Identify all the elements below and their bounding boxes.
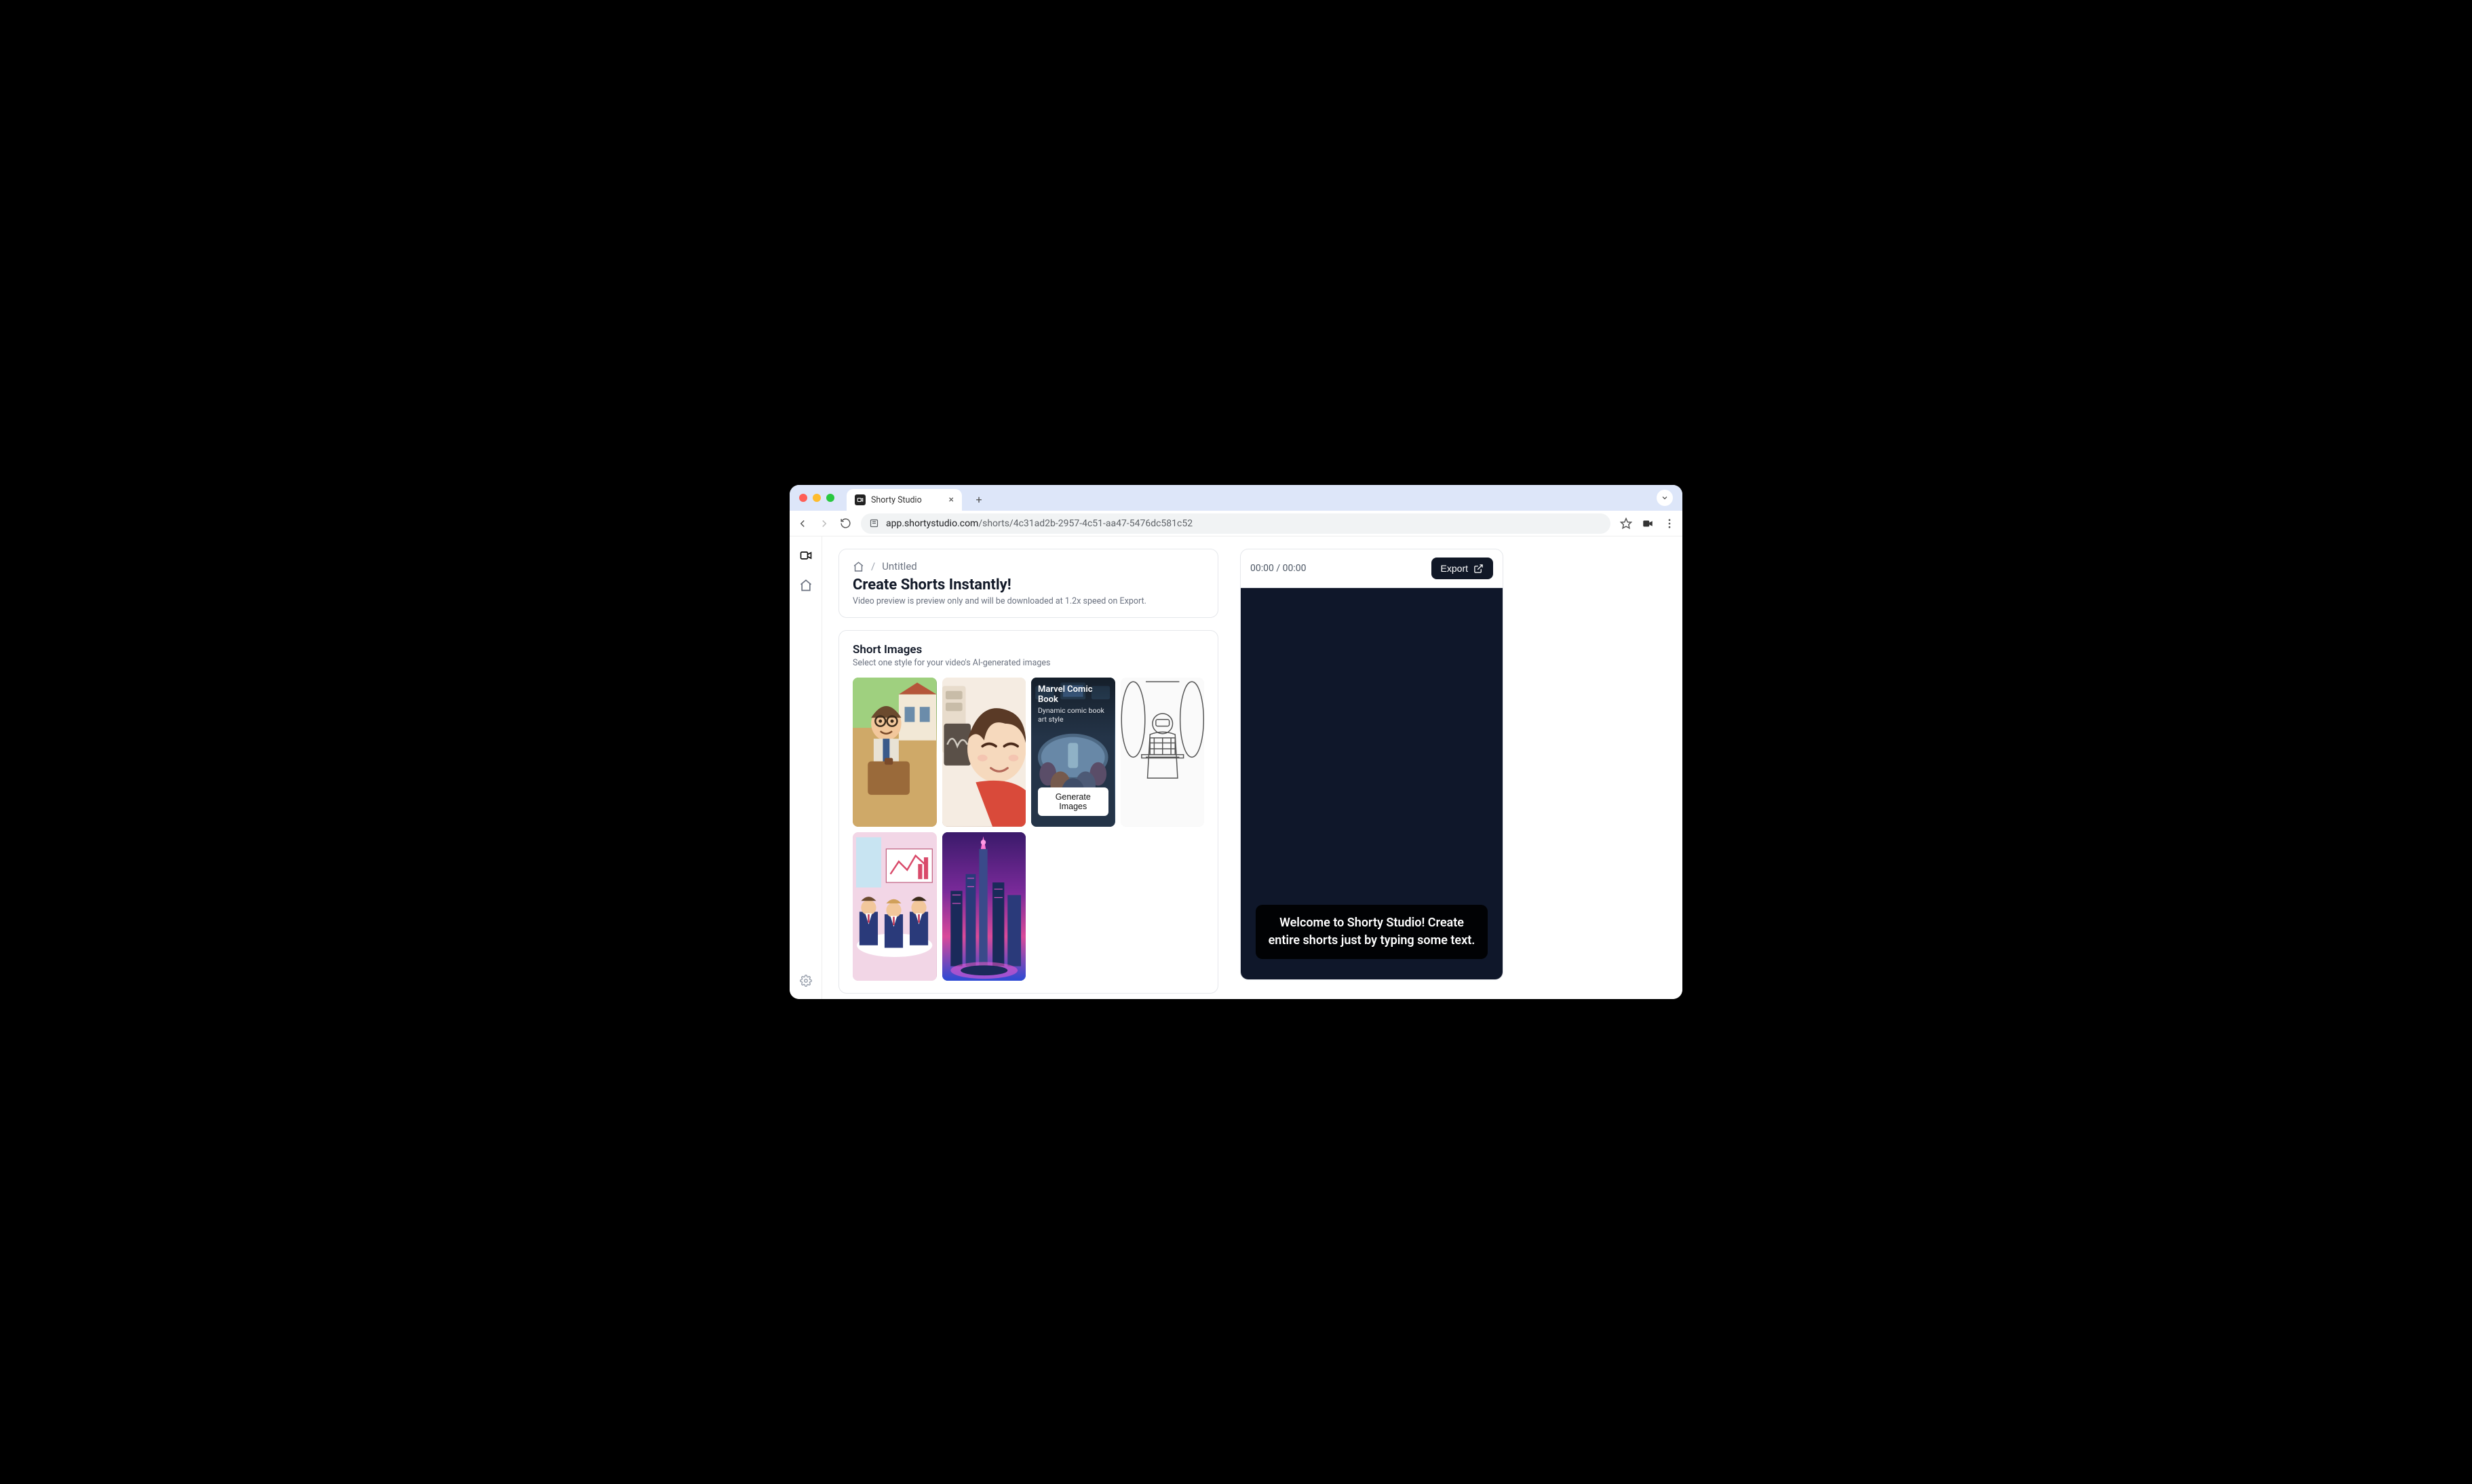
browser-tab[interactable]: Shorty Studio × [847,489,962,511]
style-name: Marvel Comic Book [1038,684,1108,705]
style-art [942,678,1026,827]
style-art [853,832,936,981]
style-tile-comic[interactable]: Marvel Comic Book Dynamic comic book art… [1031,678,1115,827]
style-tile-pixel[interactable] [853,832,937,981]
minimize-window-button[interactable] [813,494,821,502]
style-art [1121,678,1204,827]
section-title: Short Images [853,643,1204,657]
window-controls [799,494,834,502]
header-card: / Untitled Create Shorts Instantly! Vide… [838,549,1218,618]
style-description: Dynamic comic book art style [1038,706,1108,724]
style-art [942,832,1026,981]
maximize-window-button[interactable] [826,494,834,502]
titlebar: Shorty Studio × + [790,485,1682,511]
page-subtitle: Video preview is preview only and will b… [853,596,1204,606]
site-settings-icon [869,518,879,528]
sidebar-home-icon[interactable] [799,579,813,592]
breadcrumb-home-icon[interactable] [853,561,864,572]
page-title: Create Shorts Instantly! [853,577,1204,593]
style-tile-neon[interactable] [942,832,1026,981]
sidebar-logo-icon[interactable] [799,549,813,562]
forward-button[interactable] [818,518,830,530]
preview-header: 00:00 / 00:00 Export [1240,549,1503,588]
sidebar-settings-icon[interactable] [800,975,812,987]
short-images-section: Short Images Select one style for your v… [838,630,1218,994]
reload-button[interactable] [840,518,851,529]
style-overlay: Marvel Comic Book Dynamic comic book art… [1031,678,1115,827]
browser-toolbar: app.shortystudio.com/shorts/4c31ad2b-295… [790,511,1682,536]
style-tile-pixar[interactable] [853,678,937,827]
video-preview-canvas[interactable]: Welcome to Shorty Studio! Create entire … [1240,588,1503,980]
extension-icon[interactable] [1642,518,1654,530]
preview-timecode: 00:00 / 00:00 [1250,563,1306,574]
section-subtitle: Select one style for your video's AI-gen… [853,658,1204,668]
preview-caption: Welcome to Shorty Studio! Create entire … [1256,905,1488,959]
export-button[interactable]: Export [1431,558,1493,579]
breadcrumb-title: Untitled [882,560,917,572]
export-label: Export [1441,563,1468,574]
style-tile-anime[interactable] [942,678,1026,827]
close-window-button[interactable] [799,494,807,502]
tabs-dropdown-button[interactable] [1657,490,1673,506]
browser-window: Shorty Studio × + app.shortystudio.com/s… [790,485,1682,999]
app-body: / Untitled Create Shorts Instantly! Vide… [790,536,1682,999]
close-tab-button[interactable]: × [949,494,954,505]
address-bar[interactable]: app.shortystudio.com/shorts/4c31ad2b-295… [861,513,1610,534]
external-link-icon [1473,564,1484,574]
app-sidebar [790,536,822,999]
bookmark-button[interactable] [1620,518,1632,530]
preview-panel: 00:00 / 00:00 Export Welcome to Shorty S… [1240,549,1503,987]
content-area: / Untitled Create Shorts Instantly! Vide… [822,536,1682,999]
style-tile-sketch[interactable] [1121,678,1205,827]
back-button[interactable] [796,518,809,530]
styles-grid: Marvel Comic Book Dynamic comic book art… [853,678,1204,981]
breadcrumb: / Untitled [853,560,1204,572]
style-art [853,678,936,827]
tab-title: Shorty Studio [871,495,922,505]
url-text: app.shortystudio.com/shorts/4c31ad2b-295… [886,518,1193,529]
tab-favicon-icon [855,494,866,505]
new-tab-button[interactable]: + [970,490,988,508]
breadcrumb-separator: / [871,560,875,572]
chevron-down-icon [1661,494,1669,502]
generate-images-button[interactable]: Generate Images [1038,787,1108,816]
menu-button[interactable] [1663,518,1676,530]
